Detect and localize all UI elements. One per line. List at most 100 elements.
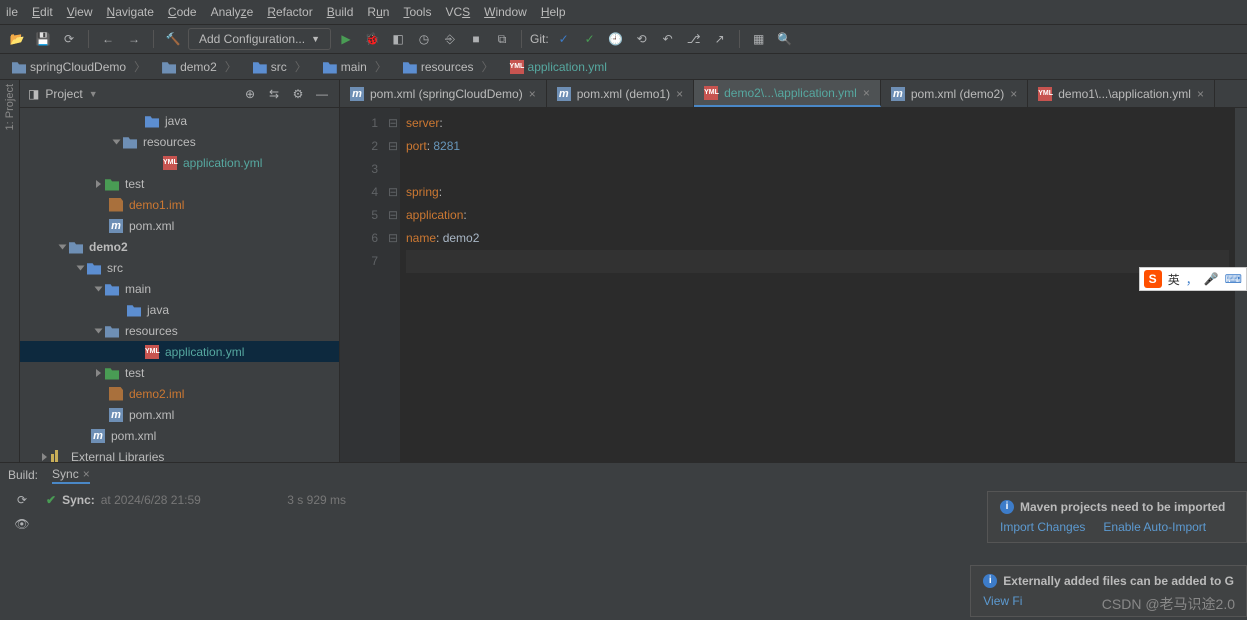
editor-tab[interactable]: mpom.xml (demo1)× xyxy=(547,80,694,107)
tree-item[interactable]: java xyxy=(20,110,339,131)
search-icon[interactable]: 🔍 xyxy=(774,28,796,50)
menu-refactor[interactable]: Refactor xyxy=(267,5,312,19)
menu-analyze[interactable]: Analyze xyxy=(211,5,254,19)
rerun-icon[interactable]: ⟳ xyxy=(17,493,27,507)
editor-tab[interactable]: YMLdemo2\...\application.yml× xyxy=(694,80,881,107)
project-tool-btn[interactable]: 1: Project xyxy=(4,84,16,130)
build-icon[interactable]: 🔨 xyxy=(162,28,184,50)
ime-keyboard-icon[interactable]: ⌨ xyxy=(1225,272,1242,286)
expand-arrow-icon[interactable] xyxy=(59,244,67,249)
tree-item[interactable]: mpom.xml xyxy=(20,404,339,425)
expand-arrow-icon[interactable] xyxy=(42,453,47,461)
git-rollback-icon[interactable]: ↶ xyxy=(657,28,679,50)
view-files-link[interactable]: View Fi xyxy=(983,594,1022,608)
refresh-icon[interactable]: ⟳ xyxy=(58,28,80,50)
tree-item[interactable]: YMLapplication.yml xyxy=(20,152,339,173)
breadcrumb-item[interactable]: springCloudDemo〉 xyxy=(6,56,152,77)
save-icon[interactable]: 💾 xyxy=(32,28,54,50)
more-run-icon[interactable]: ⧉ xyxy=(491,28,513,50)
folder-icon xyxy=(105,282,119,296)
tree-item[interactable]: main xyxy=(20,278,339,299)
menu-help[interactable]: Help xyxy=(541,5,566,19)
editor-tab[interactable]: YMLdemo1\...\application.yml× xyxy=(1028,80,1215,107)
editor-tab[interactable]: mpom.xml (springCloudDemo)× xyxy=(340,80,547,107)
expand-arrow-icon[interactable] xyxy=(113,139,121,144)
menu-build[interactable]: Build xyxy=(327,5,354,19)
hide-icon[interactable]: — xyxy=(313,87,331,101)
coverage-icon[interactable]: ◧ xyxy=(387,28,409,50)
menu-tools[interactable]: Tools xyxy=(403,5,431,19)
tree-item[interactable]: YMLapplication.yml xyxy=(20,341,339,362)
tree-item[interactable]: mpom.xml xyxy=(20,425,339,446)
forward-icon[interactable]: → xyxy=(123,28,145,50)
stop-icon[interactable]: ■ xyxy=(465,28,487,50)
close-tab-icon[interactable]: × xyxy=(676,87,683,101)
run-icon[interactable]: ▶ xyxy=(335,28,357,50)
fold-gutter[interactable]: ⊟⊟ ⊟⊟⊟ xyxy=(386,108,400,462)
git-revert-icon[interactable]: ⟲ xyxy=(631,28,653,50)
expand-arrow-icon[interactable] xyxy=(95,328,103,333)
menu-view[interactable]: View xyxy=(67,5,93,19)
editor-tab[interactable]: mpom.xml (demo2)× xyxy=(881,80,1028,107)
ime-mic-icon[interactable]: 🎤 xyxy=(1204,272,1219,286)
close-tab-icon[interactable]: × xyxy=(529,87,536,101)
structure-icon[interactable]: ▦ xyxy=(748,28,770,50)
editor-body[interactable]: 1234567 ⊟⊟ ⊟⊟⊟ server: port: 8281 spring… xyxy=(340,108,1247,462)
tree-item[interactable]: java xyxy=(20,299,339,320)
tree-item[interactable]: resources xyxy=(20,320,339,341)
filter-icon[interactable]: 👁 xyxy=(14,517,29,531)
breadcrumb-item[interactable]: src〉 xyxy=(247,56,313,77)
close-tab-icon[interactable]: × xyxy=(1010,87,1017,101)
profile-icon[interactable]: ◷ xyxy=(413,28,435,50)
breadcrumb-item[interactable]: main〉 xyxy=(317,56,393,77)
expand-all-icon[interactable]: ⇆ xyxy=(265,87,283,101)
project-tree[interactable]: javaresourcesYMLapplication.ymltestdemo1… xyxy=(20,108,339,462)
close-tab-icon[interactable]: × xyxy=(1197,87,1204,101)
settings-icon[interactable]: ⚙ xyxy=(289,87,307,101)
tree-item[interactable]: demo2.iml xyxy=(20,383,339,404)
menu-code[interactable]: Code xyxy=(168,5,197,19)
import-changes-link[interactable]: Import Changes xyxy=(1000,520,1085,534)
breadcrumb-item[interactable]: YMLapplication.yml xyxy=(504,58,613,76)
git-history-icon[interactable]: 🕘 xyxy=(605,28,627,50)
attach-icon[interactable]: ⎆ xyxy=(439,28,461,50)
menu-window[interactable]: Window xyxy=(484,5,527,19)
menu-run[interactable]: Run xyxy=(367,5,389,19)
enable-auto-import-link[interactable]: Enable Auto-Import xyxy=(1103,520,1206,534)
maven-icon: m xyxy=(91,429,105,443)
tree-item[interactable]: test xyxy=(20,173,339,194)
tree-item[interactable]: test xyxy=(20,362,339,383)
tree-item[interactable]: src xyxy=(20,257,339,278)
sync-tab[interactable]: Sync× xyxy=(52,467,90,484)
menu-file[interactable]: ile xyxy=(6,5,18,19)
expand-arrow-icon[interactable] xyxy=(77,265,85,270)
menu-vcs[interactable]: VCS xyxy=(445,5,470,19)
open-icon[interactable]: 📂 xyxy=(6,28,28,50)
tree-item[interactable]: resources xyxy=(20,131,339,152)
git-update-icon[interactable]: ✓ xyxy=(553,28,575,50)
git-branch-icon[interactable]: ⎇ xyxy=(683,28,705,50)
tree-item[interactable]: demo1.iml xyxy=(20,194,339,215)
menu-edit[interactable]: Edit xyxy=(32,5,53,19)
expand-arrow-icon[interactable] xyxy=(96,180,101,188)
git-push-icon[interactable]: ↗ xyxy=(709,28,731,50)
ime-comma-icon[interactable]: ， xyxy=(1186,271,1198,288)
close-tab-icon[interactable]: × xyxy=(863,86,870,100)
tree-item[interactable]: demo2 xyxy=(20,236,339,257)
expand-arrow-icon[interactable] xyxy=(96,369,101,377)
expand-arrow-icon[interactable] xyxy=(95,286,103,291)
breadcrumb-item[interactable]: resources〉 xyxy=(397,56,500,77)
ime-toolbar[interactable]: S 英 ， 🎤 ⌨ xyxy=(1139,267,1247,291)
tree-item[interactable]: External Libraries xyxy=(20,446,339,462)
tree-item[interactable]: mpom.xml xyxy=(20,215,339,236)
back-icon[interactable]: ← xyxy=(97,28,119,50)
debug-icon[interactable]: 🐞 xyxy=(361,28,383,50)
menu-navigate[interactable]: Navigate xyxy=(107,5,154,19)
sync-result-row[interactable]: ✔ Sync: at 2024/6/28 21:59 3 s 929 ms xyxy=(46,493,346,507)
code-area[interactable]: server: port: 8281 spring: application: … xyxy=(400,108,1235,462)
git-commit-icon[interactable]: ✓ xyxy=(579,28,601,50)
breadcrumb-item[interactable]: demo2〉 xyxy=(156,56,243,77)
yaml-icon: YML xyxy=(1038,87,1052,101)
add-configuration[interactable]: Add Configuration...▼ xyxy=(188,28,331,50)
select-opened-icon[interactable]: ⊕ xyxy=(241,87,259,101)
